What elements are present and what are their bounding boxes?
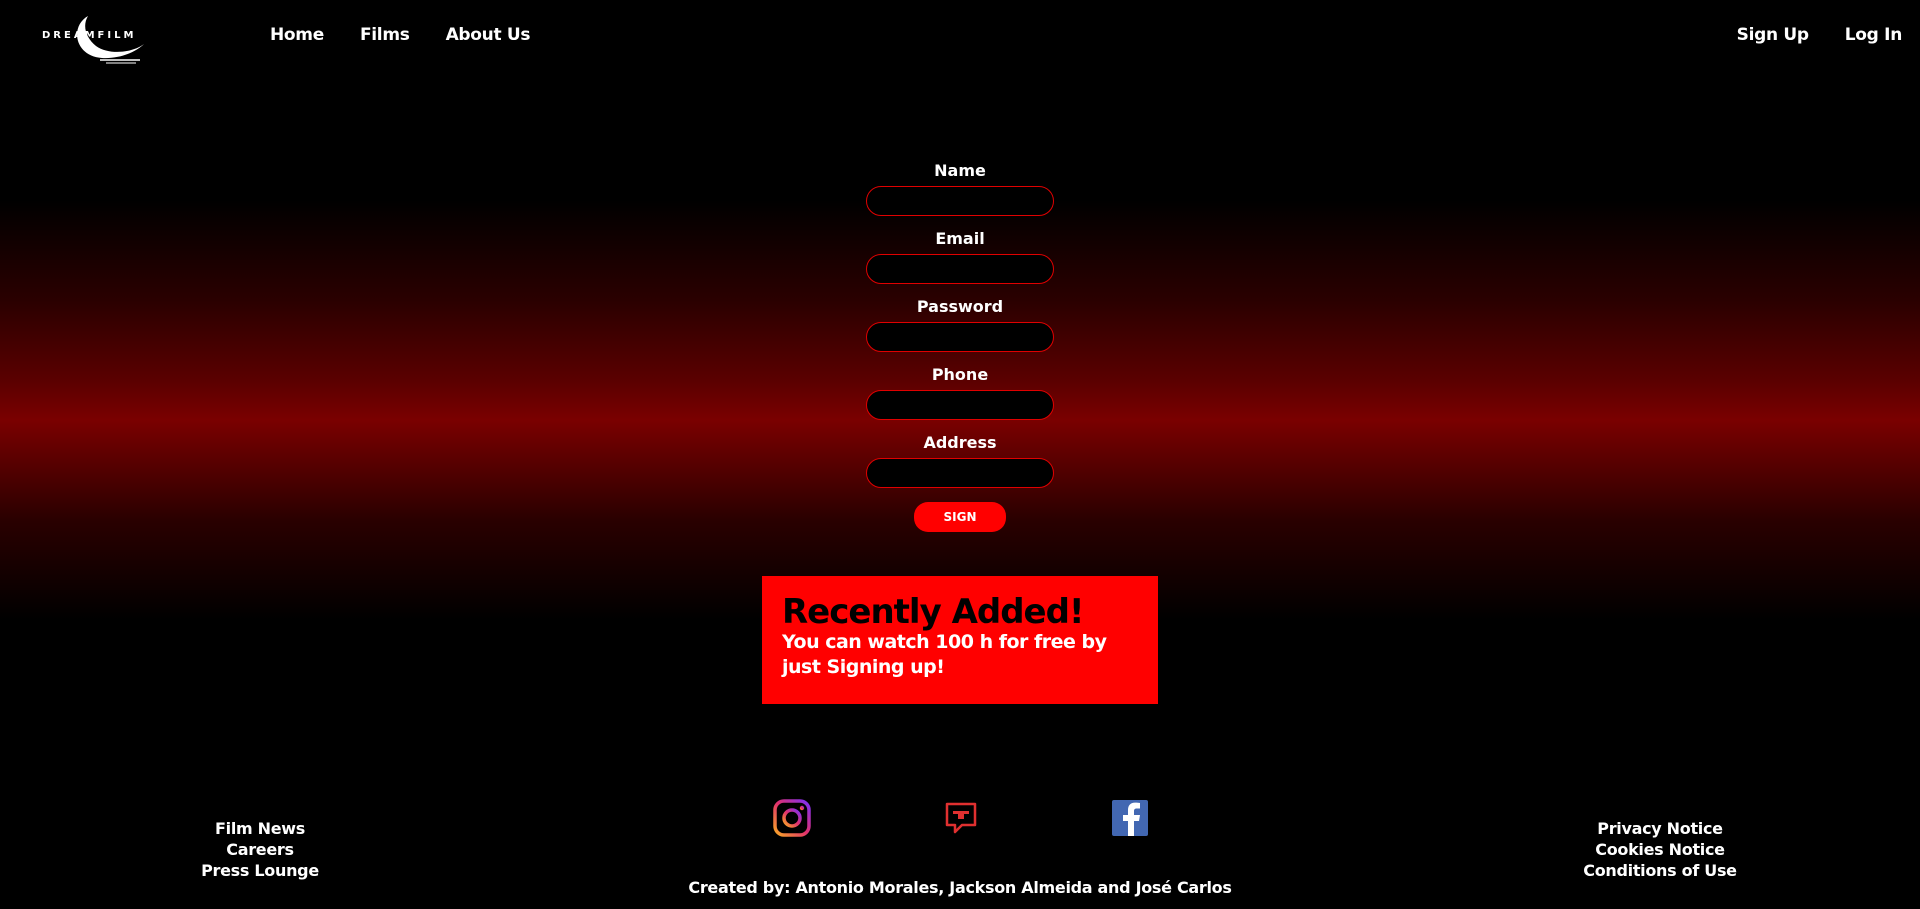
recently-added-banner: Recently Added! You can watch 100 h for …: [762, 576, 1158, 704]
cookies-notice-link[interactable]: Cookies Notice: [1560, 839, 1760, 860]
banner-text: You can watch 100 h for free by just Sig…: [782, 631, 1107, 678]
logo-text: DREAMFILM: [42, 30, 137, 41]
privacy-notice-link[interactable]: Privacy Notice: [1560, 818, 1760, 839]
phone-field[interactable]: [866, 390, 1054, 420]
chat-icon[interactable]: [941, 798, 981, 838]
main-nav: Home Films About Us: [270, 25, 531, 45]
footer-right-links: Privacy Notice Cookies Notice Conditions…: [1560, 818, 1760, 881]
nav-films[interactable]: Films: [360, 25, 410, 45]
password-field[interactable]: [866, 322, 1054, 352]
facebook-icon[interactable]: [1110, 798, 1150, 838]
nav-home[interactable]: Home: [270, 25, 324, 45]
credits-text: Created by: Antonio Morales, Jackson Alm…: [688, 878, 1232, 897]
name-field[interactable]: [866, 186, 1054, 216]
email-label: Email: [935, 229, 985, 248]
address-label: Address: [923, 433, 997, 452]
name-label: Name: [934, 161, 986, 180]
sign-button[interactable]: SIGN: [914, 502, 1006, 532]
auth-links: Sign Up Log In: [1737, 25, 1903, 45]
conditions-of-use-link[interactable]: Conditions of Use: [1560, 860, 1760, 881]
press-lounge-link[interactable]: Press Lounge: [180, 860, 340, 881]
sign-up-link[interactable]: Sign Up: [1737, 25, 1809, 45]
instagram-icon[interactable]: [772, 798, 812, 838]
footer-left-links: Film News Careers Press Lounge: [180, 818, 340, 881]
careers-link[interactable]: Careers: [180, 839, 340, 860]
log-in-link[interactable]: Log In: [1845, 25, 1903, 45]
email-field[interactable]: [866, 254, 1054, 284]
banner-title: Recently Added!: [782, 592, 1084, 632]
phone-label: Phone: [931, 365, 989, 384]
signup-form: Name Email Password Phone Address SIGN: [864, 160, 1056, 532]
dreamfilm-logo[interactable]: DREAMFILM: [40, 12, 152, 66]
film-news-link[interactable]: Film News: [180, 818, 340, 839]
nav-about-us[interactable]: About Us: [446, 25, 531, 45]
password-label: Password: [916, 297, 1004, 316]
address-field[interactable]: [866, 458, 1054, 488]
